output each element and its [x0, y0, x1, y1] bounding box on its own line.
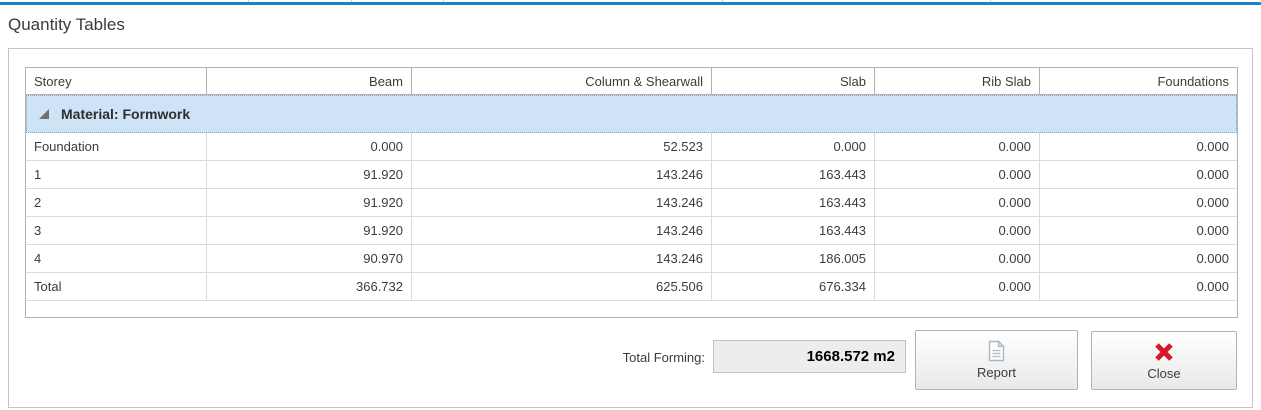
cell-beam: 91.920 — [207, 189, 412, 216]
cell-foundations: 0.000 — [1040, 189, 1237, 216]
cell-slab: 163.443 — [712, 189, 875, 216]
cell-beam: 366.732 — [207, 273, 412, 300]
column-header-slab[interactable]: Slab — [712, 68, 875, 94]
group-row-label: Material: Formwork — [61, 106, 190, 122]
cell-storey: Total — [26, 273, 207, 300]
report-document-icon — [986, 340, 1008, 362]
column-header-rib-slab[interactable]: Rib Slab — [875, 68, 1040, 94]
quantity-grid: Storey Beam Column & Shearwall Slab Rib … — [25, 67, 1238, 318]
cell-rib-slab: 0.000 — [875, 217, 1040, 244]
cell-storey: 4 — [26, 245, 207, 272]
grid-empty-area — [26, 301, 1237, 317]
total-forming-label: Total Forming: — [520, 350, 705, 365]
cell-storey: 1 — [26, 161, 207, 188]
table-row-total[interactable]: Total 366.732 625.506 676.334 0.000 0.00… — [26, 273, 1237, 301]
close-button-label: Close — [1147, 366, 1180, 381]
cell-foundations: 0.000 — [1040, 217, 1237, 244]
column-header-foundations[interactable]: Foundations — [1040, 68, 1237, 94]
cell-rib-slab: 0.000 — [875, 189, 1040, 216]
table-row-storey-2[interactable]: 2 91.920 143.246 163.443 0.000 0.000 — [26, 189, 1237, 217]
table-row-storey-4[interactable]: 4 90.970 143.246 186.005 0.000 0.000 — [26, 245, 1237, 273]
column-header-beam[interactable]: Beam — [207, 68, 412, 94]
cell-foundations: 0.000 — [1040, 245, 1237, 272]
cell-rib-slab: 0.000 — [875, 161, 1040, 188]
cell-slab: 676.334 — [712, 273, 875, 300]
report-button[interactable]: Report — [915, 330, 1078, 390]
cell-beam: 91.920 — [207, 161, 412, 188]
cell-storey: 2 — [26, 189, 207, 216]
cell-foundations: 0.000 — [1040, 161, 1237, 188]
cell-column: 143.246 — [412, 189, 712, 216]
close-button[interactable]: Close — [1091, 331, 1237, 390]
cell-rib-slab: 0.000 — [875, 245, 1040, 272]
column-header-storey[interactable]: Storey — [26, 68, 207, 94]
cell-beam: 0.000 — [207, 133, 412, 160]
cell-column: 143.246 — [412, 217, 712, 244]
total-forming-value: 1668.572 m2 — [713, 340, 906, 373]
accent-top-border — [0, 2, 1261, 5]
cell-slab: 186.005 — [712, 245, 875, 272]
cell-slab: 163.443 — [712, 161, 875, 188]
cell-column: 143.246 — [412, 161, 712, 188]
report-button-label: Report — [977, 365, 1016, 380]
cell-storey: 3 — [26, 217, 207, 244]
cell-beam: 90.970 — [207, 245, 412, 272]
grid-header-row: Storey Beam Column & Shearwall Slab Rib … — [26, 68, 1237, 95]
column-header-column-shearwall[interactable]: Column & Shearwall — [412, 68, 712, 94]
cell-beam: 91.920 — [207, 217, 412, 244]
cell-column: 52.523 — [412, 133, 712, 160]
cell-rib-slab: 0.000 — [875, 273, 1040, 300]
cell-slab: 0.000 — [712, 133, 875, 160]
table-row-storey-3[interactable]: 3 91.920 143.246 163.443 0.000 0.000 — [26, 217, 1237, 245]
table-row-storey-1[interactable]: 1 91.920 143.246 163.443 0.000 0.000 — [26, 161, 1237, 189]
cell-foundations: 0.000 — [1040, 133, 1237, 160]
cell-rib-slab: 0.000 — [875, 133, 1040, 160]
cell-slab: 163.443 — [712, 217, 875, 244]
cell-column: 143.246 — [412, 245, 712, 272]
cell-storey: Foundation — [26, 133, 207, 160]
group-expanded-triangle-icon[interactable] — [39, 109, 49, 119]
cell-column: 625.506 — [412, 273, 712, 300]
cell-foundations: 0.000 — [1040, 273, 1237, 300]
page-title: Quantity Tables — [8, 15, 125, 35]
group-row-material-formwork[interactable]: Material: Formwork — [26, 95, 1237, 133]
table-row-foundation[interactable]: Foundation 0.000 52.523 0.000 0.000 0.00… — [26, 133, 1237, 161]
close-x-icon — [1153, 341, 1175, 363]
